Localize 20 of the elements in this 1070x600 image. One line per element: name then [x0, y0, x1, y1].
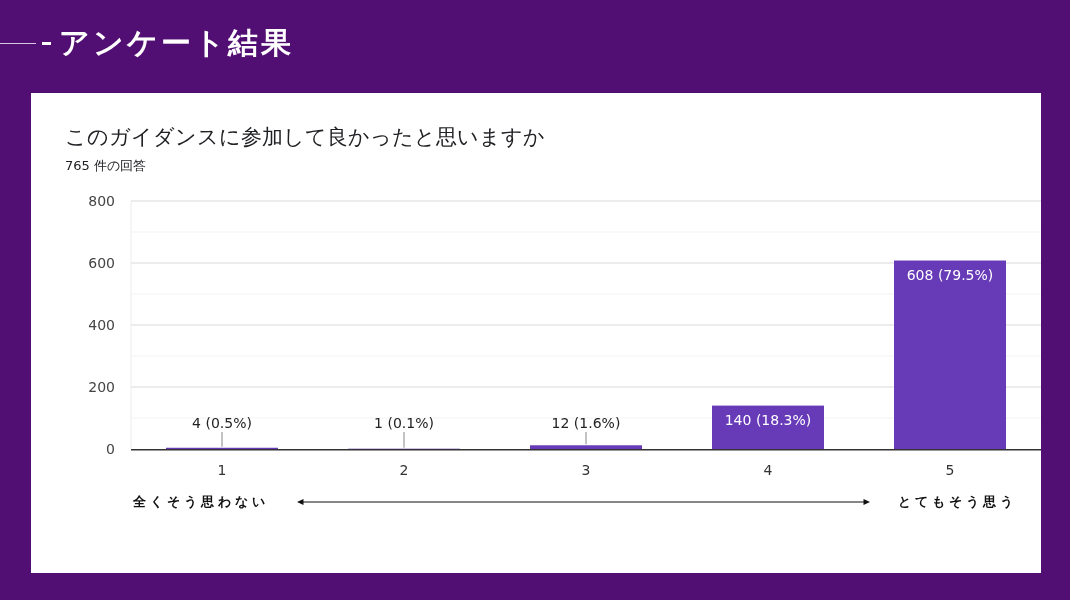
x-axis-label: 3: [581, 462, 591, 478]
slide-title: アンケート結果: [59, 24, 294, 62]
scale-low-label: 全くそう思わない: [133, 493, 269, 511]
y-axis-label: 600: [88, 255, 115, 271]
x-axis-label: 1: [217, 462, 227, 478]
bar-value-label: 1 (0.1%): [374, 415, 434, 431]
scale-high-label: とてもそう思う: [898, 493, 1017, 511]
x-axis-label: 5: [945, 462, 955, 478]
y-axis-label: 800: [88, 193, 115, 209]
bar-value-label: 140 (18.3%): [724, 411, 812, 428]
bar-value-label: 12 (1.6%): [551, 415, 621, 431]
question-title: このガイダンスに参加して良かったと思いますか: [65, 124, 546, 151]
x-axis-label: 2: [399, 462, 409, 478]
bar-value-label: 608 (79.5%): [906, 266, 994, 283]
y-axis-label: 0: [106, 441, 115, 457]
response-count: 765 件の回答: [65, 157, 147, 175]
y-axis-label: 200: [88, 379, 115, 395]
bar-value-label: 4 (0.5%): [192, 415, 252, 431]
x-axis-label: 4: [763, 462, 773, 478]
y-axis-label: 400: [88, 317, 115, 333]
